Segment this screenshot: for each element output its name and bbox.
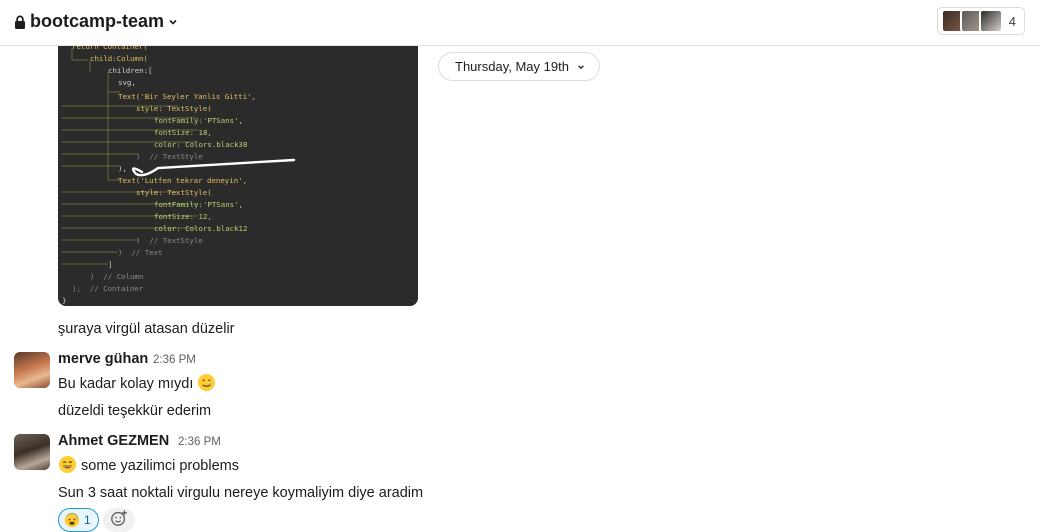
- timestamp[interactable]: 2:36 PM: [153, 354, 196, 366]
- channel-header: bootcamp-team 4: [0, 0, 1040, 46]
- members-button[interactable]: 4: [936, 7, 1025, 35]
- code-line: }: [62, 296, 67, 305]
- add-reaction-button[interactable]: [103, 508, 135, 532]
- member-avatars: [940, 9, 1003, 33]
- code-line: return Container(: [72, 46, 148, 51]
- reaction-count: 1: [84, 513, 91, 527]
- message-text: Bu kadar kolay mıydı: [58, 373, 216, 392]
- code-line: ),: [118, 164, 127, 173]
- code-line: ) // Column: [90, 272, 144, 281]
- code-line: color: Colors.black12: [154, 224, 248, 233]
- code-line: style: TextStyle(: [136, 188, 212, 197]
- code-line: fontSize: 12,: [154, 212, 212, 221]
- message-text: Sun 3 saat noktali virgulu nereye koymal…: [58, 485, 424, 501]
- code-line: ) // TextStyle: [136, 152, 203, 161]
- code-line: Text('Bir Seyler Yanlis Gitti',: [118, 92, 256, 101]
- smiling-face-with-tear-icon: [197, 373, 216, 392]
- code-line: children:[: [108, 66, 153, 75]
- date-label: Thursday, May 19th: [455, 59, 569, 74]
- code-line: Text('Lutfen tekrar deneyin',: [118, 176, 248, 185]
- member-count: 4: [1008, 13, 1016, 29]
- member-avatar: [978, 9, 1003, 33]
- author-name[interactable]: Ahmet GEZMEN: [58, 433, 169, 449]
- code-line: style: TextStyle(: [136, 104, 212, 113]
- code-line: fontFamily:'PTSans',: [154, 200, 243, 209]
- code-line: ) // TextStyle: [136, 236, 203, 245]
- code-screenshot-image[interactable]: return Container( child:Column( children:[…: [58, 46, 418, 306]
- code-line: ); // Container: [72, 284, 144, 293]
- code-line: fontSize: 18,: [154, 128, 212, 137]
- code-line: ]: [108, 260, 113, 269]
- message-text: şuraya virgül atasan düzelir: [58, 321, 235, 337]
- avatar[interactable]: [14, 434, 50, 470]
- channel-name: bootcamp-team: [30, 11, 165, 31]
- message-line: Bu kadar kolay mıydı: [58, 376, 194, 392]
- code-line: svg,: [118, 78, 136, 87]
- message-text: some yazilimci problems: [58, 455, 239, 474]
- code-line: child:Column(: [90, 54, 148, 63]
- lock-icon: [14, 15, 26, 29]
- anxious-face-with-sweat-icon: [64, 512, 80, 528]
- message-text: düzeldi teşekkür ederim: [58, 403, 212, 419]
- date-divider-button[interactable]: Thursday, May 19th: [438, 52, 600, 81]
- add-emoji-icon: [110, 509, 128, 532]
- code-line: fontFamily:'PTSans',: [154, 116, 243, 125]
- code-line: ) // Text: [118, 248, 163, 257]
- message-line: some yazilimci problems: [81, 458, 239, 474]
- author-name[interactable]: merve gühan: [58, 351, 148, 367]
- avatar[interactable]: [14, 352, 50, 388]
- chevron-down-icon: [577, 59, 585, 74]
- grinning-face-icon: [58, 455, 77, 474]
- chevron-down-icon: [168, 17, 178, 27]
- timestamp[interactable]: 2:36 PM: [178, 436, 221, 448]
- channel-title-button[interactable]: bootcamp-team: [14, 11, 178, 32]
- code-line: color: Colors.black38: [154, 140, 248, 149]
- reaction-button[interactable]: 1: [58, 508, 99, 532]
